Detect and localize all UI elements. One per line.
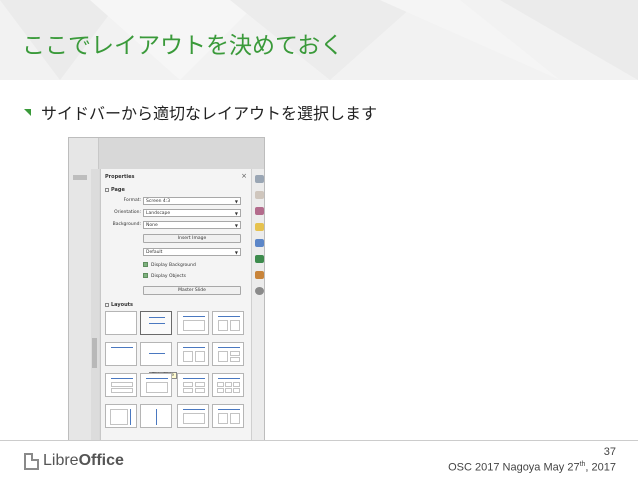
layout-title-vertical[interactable] xyxy=(177,404,209,428)
background-select[interactable]: None ▼ xyxy=(143,221,241,229)
sidebar-screenshot: Properties × Page Format: Screen 4:3 ▼ Or… xyxy=(68,137,265,441)
page-number: 37 xyxy=(603,446,616,458)
slide: ここでレイアウトを決めておく サイドバーから適切なレイアウトを選択します Pro… xyxy=(0,0,638,479)
layout-vertical-title[interactable] xyxy=(105,404,137,428)
scrollbar[interactable] xyxy=(92,338,97,368)
gallery-icon[interactable] xyxy=(255,255,264,263)
chevron-down-icon: ▼ xyxy=(234,199,238,204)
master-slide-button[interactable]: Master Slide xyxy=(143,286,241,295)
layout-title-content[interactable] xyxy=(140,311,172,335)
chevron-down-icon: ▼ xyxy=(234,211,238,216)
background-label: Background: xyxy=(112,222,141,227)
close-icon[interactable]: × xyxy=(241,172,247,180)
bullet-item: サイドバーから適切なレイアウトを選択します xyxy=(24,100,377,124)
layout-centered-text[interactable] xyxy=(140,342,172,366)
bullet-text: サイドバーから適切なレイアウトを選択します xyxy=(41,104,378,123)
layouts-section-header[interactable]: Layouts xyxy=(105,302,133,308)
collapse-icon xyxy=(105,187,109,192)
master-select[interactable]: Default ▼ xyxy=(143,248,241,256)
layout-content-over[interactable] xyxy=(140,373,172,397)
event-footer: OSC 2017 Nagoya May 27th, 2017 xyxy=(448,461,616,474)
pane-tab xyxy=(73,175,87,180)
settings-icon[interactable] xyxy=(255,287,264,295)
format-select[interactable]: Screen 4:3 ▼ xyxy=(143,197,241,205)
layout-blank[interactable] xyxy=(105,311,137,335)
layout-title-vertical-2[interactable] xyxy=(212,404,244,428)
layout-title-only[interactable] xyxy=(177,311,209,335)
layout-title-slide[interactable] xyxy=(105,342,137,366)
checkbox-icon xyxy=(143,273,148,278)
page-section-header[interactable]: Page xyxy=(105,187,125,193)
format-label: Format: xyxy=(123,198,141,203)
navigator-icon[interactable] xyxy=(255,271,264,279)
insert-image-button[interactable]: Insert Image xyxy=(143,234,241,243)
orientation-select[interactable]: Landscape ▼ xyxy=(143,209,241,217)
layout-four-content[interactable] xyxy=(177,373,209,397)
header-band: ここでレイアウトを決めておく xyxy=(0,0,638,80)
layout-two-content[interactable] xyxy=(212,311,244,335)
libreoffice-logo: Libre Office xyxy=(24,452,124,470)
document-icon xyxy=(24,452,39,470)
layout-six-content[interactable] xyxy=(212,373,244,397)
panel-title: Properties xyxy=(105,174,135,180)
layout-content-2content[interactable] xyxy=(212,342,244,366)
chevron-down-icon: ▼ xyxy=(234,250,238,255)
slide-title: ここでレイアウトを決めておく xyxy=(22,33,344,59)
footer-divider xyxy=(0,440,638,441)
collapse-icon xyxy=(105,302,109,307)
properties-icon[interactable] xyxy=(255,175,264,183)
layout-title-2content[interactable] xyxy=(177,342,209,366)
styles-icon[interactable] xyxy=(255,239,264,247)
display-objects-checkbox[interactable]: Display Objects xyxy=(143,273,186,279)
slide-transition-icon[interactable] xyxy=(255,191,264,199)
sidebar-tabbar xyxy=(251,169,264,440)
bullet-icon xyxy=(24,108,31,116)
checkbox-icon xyxy=(143,262,148,267)
layout-2content-content[interactable] xyxy=(105,373,137,397)
display-background-checkbox[interactable]: Display Background xyxy=(143,262,196,268)
properties-panel: Properties × Page Format: Screen 4:3 ▼ Or… xyxy=(100,169,251,440)
chevron-down-icon: ▼ xyxy=(234,223,238,228)
layout-vertical-text[interactable] xyxy=(140,404,172,428)
layouts-grid: Title Slide xyxy=(105,311,245,440)
master-slides-icon[interactable] xyxy=(255,223,264,231)
pane-gutter xyxy=(91,169,99,440)
orientation-label: Orientation: xyxy=(114,210,141,215)
animation-icon[interactable] xyxy=(255,207,264,215)
